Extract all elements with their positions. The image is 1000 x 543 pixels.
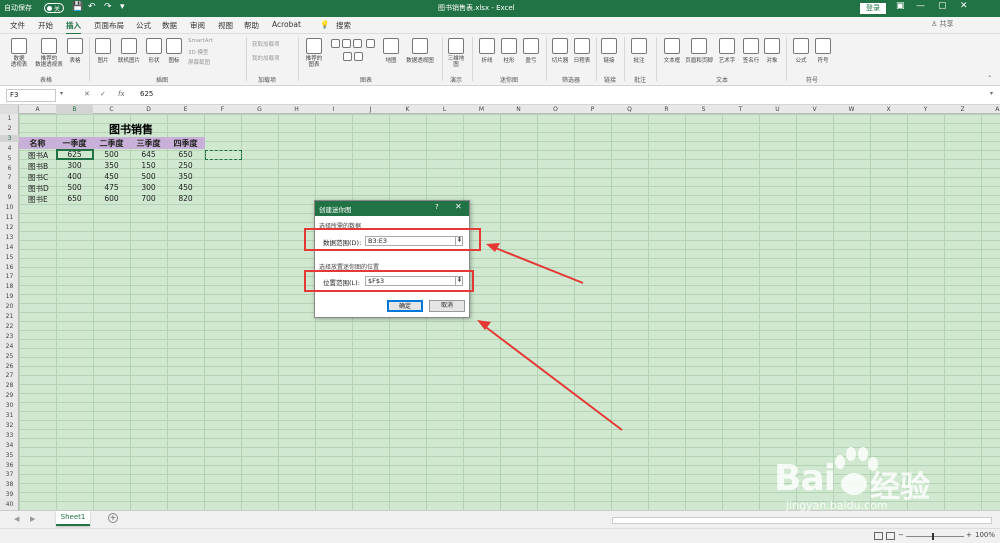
paw-toe [835,455,845,469]
zoom-out-button[interactable]: − [898,531,904,539]
arrow-line-lower [482,324,623,431]
paw-toe [846,447,856,461]
horizontal-scrollbar[interactable] [612,517,992,524]
prev-sheet-icon[interactable]: ◀ [14,515,19,523]
zoom-percent[interactable]: 100% [975,531,995,539]
watermark-brand: Bai [774,458,836,499]
sheet-tab-bar: ◀ ▶ Sheet1 + [0,510,1000,528]
paw-toe [858,447,868,461]
next-sheet-icon[interactable]: ▶ [30,515,35,523]
normal-view-icon[interactable] [874,532,883,540]
add-sheet-icon[interactable]: + [108,513,118,523]
zoom-slider-thumb[interactable] [932,533,934,540]
sheet-tab-sheet1[interactable]: Sheet1 [56,511,90,526]
zoom-slider[interactable] [906,536,964,537]
arrow-line-upper [492,246,584,284]
zoom-in-button[interactable]: + [966,531,972,539]
status-bar: − + 100% [0,528,1000,543]
paw-pad [841,473,867,495]
watermark-url: jingyan.baidu.com [786,499,888,512]
arrow-head-upper [486,243,500,252]
page-layout-view-icon[interactable] [886,532,895,540]
